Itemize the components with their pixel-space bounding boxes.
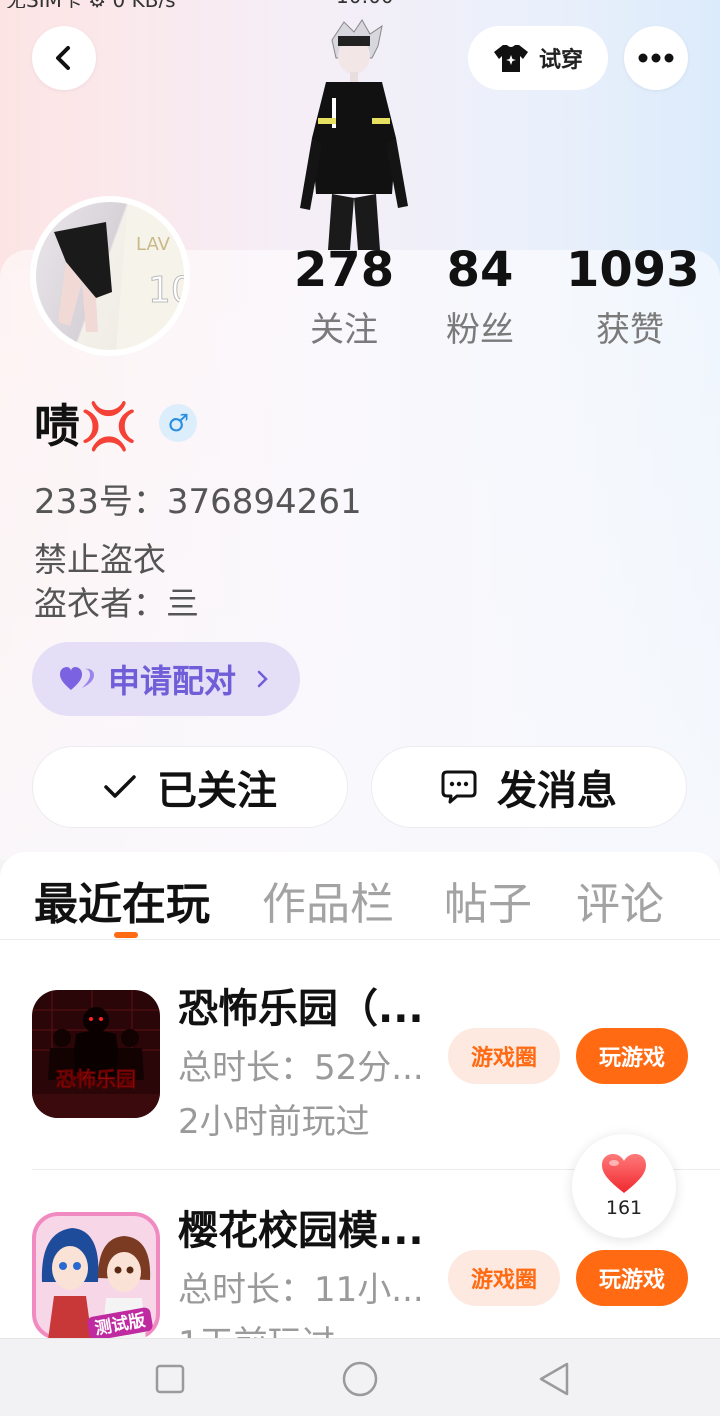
like-float-button[interactable]: 161 — [572, 1134, 676, 1238]
circle-icon — [342, 1361, 378, 1397]
recent-apps-button[interactable] — [150, 1359, 190, 1399]
system-back-button[interactable] — [534, 1359, 574, 1399]
system-navigation-bar — [0, 1338, 720, 1416]
stat-following-label: 关注 — [310, 310, 378, 350]
game-icon-text: 恐怖乐园 — [56, 1067, 136, 1091]
status-bar-time: 10:00 — [336, 0, 394, 8]
status-bar: 无SIM卡 ⚙ 0 KB/s 10:00 — [0, 0, 720, 8]
chevron-left-icon — [56, 46, 70, 70]
tshirt-icon — [493, 45, 528, 72]
username: 啧💢 — [34, 399, 138, 453]
followed-button[interactable]: 已关注 — [32, 746, 348, 828]
stat-fans-value: 84 — [446, 242, 514, 298]
profile-tabs: 最近在玩 作品栏 帖子 评论 — [0, 852, 720, 940]
tab-posts[interactable]: 帖子 — [444, 868, 532, 932]
tab-comments[interactable]: 评论 — [576, 868, 664, 932]
stat-fans-label: 粉丝 — [446, 310, 514, 350]
game-circle-button[interactable]: 游戏圈 — [448, 1250, 560, 1306]
request-pair-button[interactable]: 申请配对 — [32, 642, 300, 716]
bio-line: 盗衣者：亖 — [34, 584, 199, 623]
play-game-button[interactable]: 玩游戏 — [576, 1028, 688, 1084]
stat-likes[interactable]: 1093 获赞 — [566, 240, 700, 358]
game-name: 恐怖乐园（... — [178, 986, 424, 1032]
male-icon: ♂ — [159, 404, 198, 442]
like-count: 161 — [605, 1197, 643, 1219]
send-message-button[interactable]: 发消息 — [371, 746, 687, 828]
stat-following[interactable]: 278 关注 — [292, 240, 396, 358]
avatar-character-model — [300, 19, 408, 250]
game-icon-sakura-school: 测试版 — [32, 1212, 160, 1340]
bio-line: 禁止盗衣 — [34, 540, 166, 579]
chevron-right-icon — [257, 670, 268, 688]
tab-recent-played[interactable]: 最近在玩 — [34, 868, 210, 932]
followed-label: 已关注 — [157, 768, 277, 814]
game-duration: 总时长：11小... — [178, 1270, 424, 1310]
double-heart-icon — [60, 667, 94, 690]
avatar[interactable]: LAV 10 — [30, 196, 190, 356]
try-on-button[interactable]: 试穿 — [468, 26, 608, 90]
stat-following-value: 278 — [293, 242, 395, 298]
game-circle-button[interactable]: 游戏圈 — [448, 1028, 560, 1084]
back-button[interactable] — [32, 26, 96, 90]
user-bio: 禁止盗衣 盗衣者：亖 — [34, 538, 199, 626]
avatar-image: LAV 10 — [36, 202, 184, 350]
heart-icon — [602, 1154, 646, 1193]
stat-likes-label: 获赞 — [596, 310, 664, 350]
stat-likes-value: 1093 — [566, 242, 700, 298]
more-options-button[interactable] — [624, 26, 688, 90]
request-pair-label: 申请配对 — [108, 662, 237, 700]
svg-text:10: 10 — [148, 270, 184, 311]
game-name: 樱花校园模... — [178, 1208, 424, 1254]
play-game-button[interactable]: 玩游戏 — [576, 1250, 688, 1306]
content-panel: 最近在玩 作品栏 帖子 评论 恐怖乐园 恐怖乐园（... 总时长：52分... … — [0, 852, 720, 1364]
game-duration: 总时长：52分... — [178, 1048, 424, 1088]
active-tab-indicator — [114, 932, 138, 938]
status-bar-left: 无SIM卡 ⚙ 0 KB/s — [6, 0, 176, 8]
svg-text:LAV: LAV — [136, 234, 171, 255]
game-icon-horror-park: 恐怖乐园 — [32, 990, 160, 1118]
game-last-played: 2小时前玩过 — [178, 1102, 370, 1142]
chat-bubble-icon — [441, 770, 477, 804]
square-icon — [155, 1364, 185, 1394]
more-dots-icon — [638, 53, 674, 63]
tab-works[interactable]: 作品栏 — [262, 868, 394, 932]
home-button[interactable] — [340, 1359, 380, 1399]
send-message-label: 发消息 — [497, 768, 617, 814]
try-on-label: 试穿 — [538, 48, 583, 73]
user-id: 233号：376894261 — [34, 482, 362, 522]
stat-fans[interactable]: 84 粉丝 — [434, 240, 526, 358]
checkmark-icon — [104, 775, 136, 798]
username-row: 啧💢 ♂ — [34, 390, 198, 456]
triangle-back-icon — [539, 1362, 569, 1396]
